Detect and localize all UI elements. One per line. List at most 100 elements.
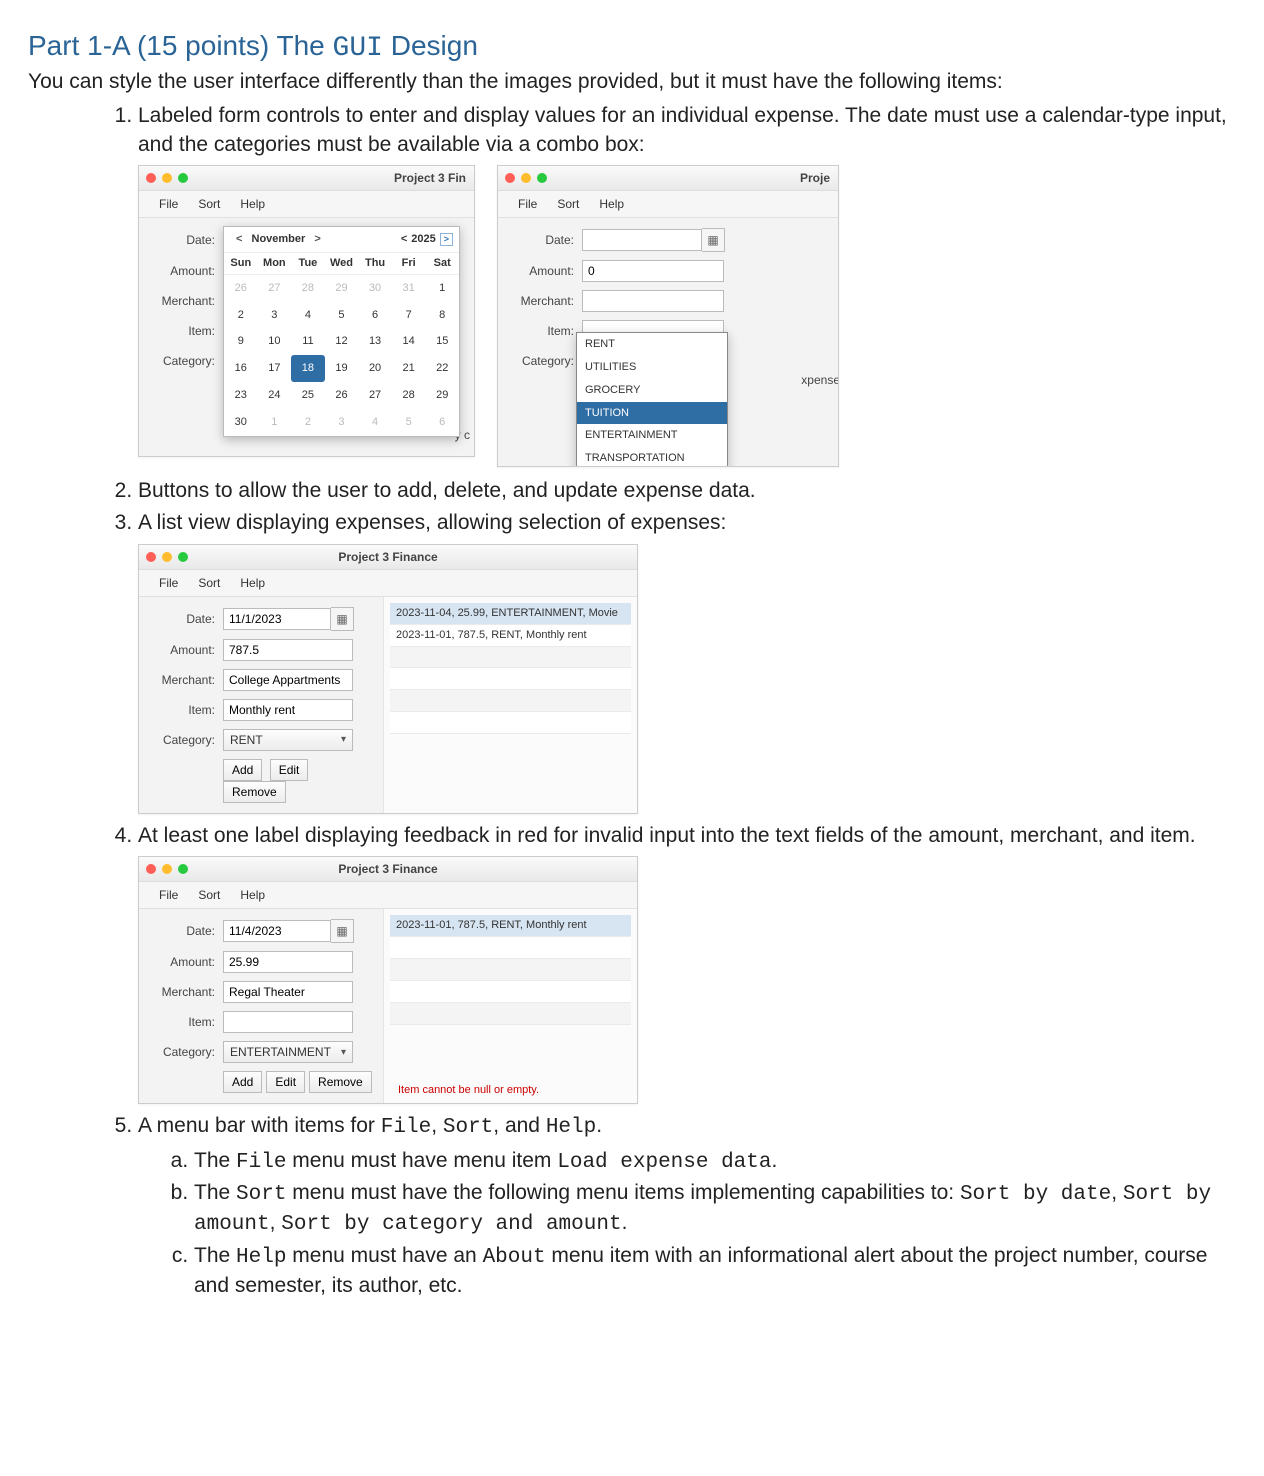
close-icon[interactable] [146,552,156,562]
merchant-input[interactable] [223,981,353,1003]
prev-year-button[interactable]: < [401,232,407,247]
maximize-icon[interactable] [537,173,547,183]
edit-button[interactable]: Edit [266,1071,305,1093]
minimize-icon[interactable] [521,173,531,183]
category-combo[interactable]: ENTERTAINMENT▾ [223,1041,353,1063]
calendar-day[interactable]: 21 [392,355,426,382]
item-input[interactable] [223,699,353,721]
menu-sort[interactable]: Sort [547,194,589,214]
calendar-day[interactable]: 1 [258,409,292,436]
calendar-icon[interactable]: ▦ [331,919,354,943]
calendar-day[interactable]: 30 [358,275,392,302]
menu-help[interactable]: Help [230,885,275,905]
calendar-day[interactable]: 11 [291,328,325,355]
calendar-day[interactable]: 27 [258,275,292,302]
menu-help[interactable]: Help [230,194,275,214]
date-input[interactable] [223,608,331,630]
edit-button[interactable]: Edit [270,759,309,781]
calendar-day[interactable]: 3 [325,409,359,436]
menu-file[interactable]: File [149,885,188,905]
calendar-day[interactable]: 5 [392,409,426,436]
calendar-day[interactable]: 20 [358,355,392,382]
maximize-icon[interactable] [178,552,188,562]
calendar-day[interactable]: 9 [224,328,258,355]
menu-file[interactable]: File [149,573,188,593]
dropdown-option[interactable]: RENT [577,333,727,356]
amount-input[interactable] [223,951,353,973]
calendar-day[interactable]: 26 [224,275,258,302]
calendar-day[interactable]: 25 [291,382,325,409]
add-button[interactable]: Add [223,1071,262,1093]
calendar-day[interactable]: 4 [291,302,325,329]
menu-sort[interactable]: Sort [188,885,230,905]
amount-input[interactable] [582,260,724,282]
calendar-day[interactable]: 29 [425,382,459,409]
calendar-day[interactable]: 13 [358,328,392,355]
category-combo[interactable]: RENT▾ [223,729,353,751]
calendar-day[interactable]: 29 [325,275,359,302]
menu-sort[interactable]: Sort [188,194,230,214]
calendar-day[interactable]: 6 [358,302,392,329]
menu-help[interactable]: Help [589,194,634,214]
add-button[interactable]: Add [223,759,262,781]
date-input[interactable] [223,920,331,942]
maximize-icon[interactable] [178,864,188,874]
expense-list[interactable]: 2023-11-01, 787.5, RENT, Monthly rent It… [383,909,637,1103]
menu-file[interactable]: File [149,194,188,214]
calendar-day[interactable]: 12 [325,328,359,355]
merchant-input[interactable] [582,290,724,312]
list-item[interactable]: 2023-11-01, 787.5, RENT, Monthly rent [390,625,631,647]
calendar-day[interactable]: 31 [392,275,426,302]
minimize-icon[interactable] [162,552,172,562]
calendar-day[interactable]: 7 [392,302,426,329]
dropdown-option[interactable]: ENTERTAINMENT [577,424,727,447]
dropdown-option[interactable]: GROCERY [577,379,727,402]
calendar-day[interactable]: 16 [224,355,258,382]
calendar-day[interactable]: 19 [325,355,359,382]
amount-input[interactable] [223,639,353,661]
calendar-day[interactable]: 8 [425,302,459,329]
dropdown-option[interactable]: UTILITIES [577,356,727,379]
prev-month-button[interactable]: < [230,233,248,245]
merchant-input[interactable] [223,669,353,691]
menu-file[interactable]: File [508,194,547,214]
calendar-day[interactable]: 23 [224,382,258,409]
calendar-day[interactable]: 18 [291,355,325,382]
calendar-day[interactable]: 28 [392,382,426,409]
dropdown-option[interactable]: TUITION [577,402,727,425]
calendar-day[interactable]: 22 [425,355,459,382]
calendar-day[interactable]: 10 [258,328,292,355]
minimize-icon[interactable] [162,173,172,183]
calendar-day[interactable]: 2 [224,302,258,329]
calendar-day[interactable]: 26 [325,382,359,409]
date-input[interactable] [582,229,702,251]
item-input[interactable] [223,1011,353,1033]
calendar-icon[interactable]: ▦ [702,228,725,252]
close-icon[interactable] [146,173,156,183]
remove-button[interactable]: Remove [223,781,286,803]
minimize-icon[interactable] [162,864,172,874]
next-year-button[interactable]: > [440,233,453,246]
calendar-day[interactable]: 1 [425,275,459,302]
next-month-button[interactable]: > [308,233,326,245]
remove-button[interactable]: Remove [309,1071,372,1093]
calendar-day[interactable]: 2 [291,409,325,436]
calendar-day[interactable]: 28 [291,275,325,302]
calendar-day[interactable]: 24 [258,382,292,409]
calendar-day[interactable]: 14 [392,328,426,355]
list-item[interactable]: 2023-11-01, 787.5, RENT, Monthly rent [390,915,631,937]
calendar-day[interactable]: 6 [425,409,459,436]
calendar-day[interactable]: 15 [425,328,459,355]
dropdown-option[interactable]: TRANSPORTATION [577,447,727,467]
menu-sort[interactable]: Sort [188,573,230,593]
calendar-day[interactable]: 4 [358,409,392,436]
calendar-day[interactable]: 3 [258,302,292,329]
maximize-icon[interactable] [178,173,188,183]
list-item[interactable]: 2023-11-04, 25.99, ENTERTAINMENT, Movie [390,603,631,625]
calendar-day[interactable]: 27 [358,382,392,409]
calendar-day[interactable]: 30 [224,409,258,436]
menu-help[interactable]: Help [230,573,275,593]
calendar-icon[interactable]: ▦ [331,607,354,631]
close-icon[interactable] [505,173,515,183]
expense-list[interactable]: 2023-11-04, 25.99, ENTERTAINMENT, Movie … [383,597,637,813]
